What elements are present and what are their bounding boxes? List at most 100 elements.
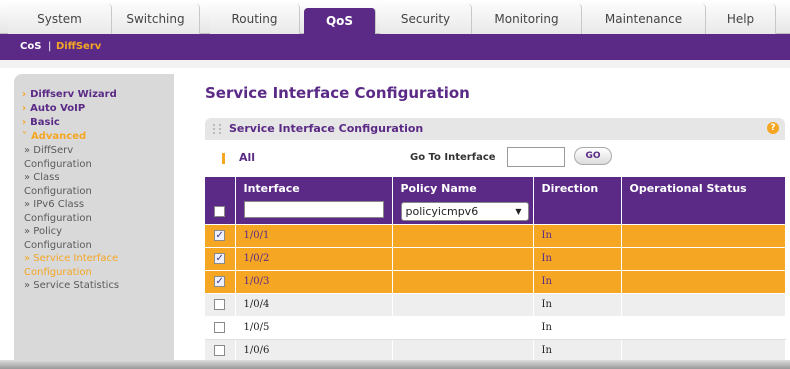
select-column-header bbox=[205, 177, 236, 199]
sidebar-item-policy-config[interactable]: » Policy Configuration bbox=[14, 225, 174, 252]
row-select-cell bbox=[205, 339, 236, 363]
table-row[interactable]: ✓ 1/0/2 In bbox=[205, 247, 786, 271]
panel-title: Service Interface Configuration bbox=[229, 122, 424, 135]
edit-row-direction bbox=[533, 199, 622, 225]
edit-row: policyicmpv6 ▼ bbox=[205, 199, 786, 225]
tab-switching[interactable]: Switching bbox=[112, 4, 200, 34]
policy-name-cell bbox=[392, 293, 534, 317]
interface-cell: 1/0/4 bbox=[235, 293, 393, 317]
sidebar-item-service-interface-config[interactable]: » Service Interface Configuration bbox=[14, 252, 174, 279]
sidebar-item-basic[interactable]: › Basic bbox=[14, 116, 174, 130]
sub-nav: CoS | DiffServ bbox=[0, 34, 790, 60]
operational-status-cell bbox=[621, 247, 786, 271]
tab-maintenance[interactable]: Maintenance bbox=[582, 4, 706, 34]
row-select-cell: ✓ bbox=[205, 224, 236, 248]
row-checkbox[interactable] bbox=[214, 299, 226, 310]
direction-cell: In bbox=[533, 247, 622, 271]
interface-cell: 1/0/5 bbox=[235, 316, 393, 340]
policy-name-cell bbox=[392, 224, 534, 248]
top-nav: System Switching Routing QoS Security Mo… bbox=[0, 0, 790, 36]
table-row[interactable]: ✓ 1/0/1 In bbox=[205, 224, 786, 248]
interface-cell: 1/0/3 bbox=[235, 270, 393, 294]
tab-monitoring[interactable]: Monitoring bbox=[472, 4, 582, 34]
go-button[interactable]: GO bbox=[574, 147, 612, 165]
row-checkbox[interactable]: ✓ bbox=[214, 276, 226, 287]
direction-cell: In bbox=[533, 339, 622, 363]
edit-row-status bbox=[621, 199, 786, 225]
row-checkbox[interactable]: ✓ bbox=[214, 253, 226, 264]
direction-cell: In bbox=[533, 270, 622, 294]
row-checkbox[interactable] bbox=[214, 345, 226, 356]
column-header-direction[interactable]: Direction bbox=[533, 177, 622, 199]
subnav-cos[interactable]: CoS bbox=[20, 34, 41, 60]
row-checkbox[interactable] bbox=[214, 322, 226, 333]
tab-routing[interactable]: Routing bbox=[210, 4, 300, 34]
tab-help[interactable]: Help bbox=[706, 4, 776, 34]
bottom-edge bbox=[0, 360, 790, 369]
goto-interface-input[interactable] bbox=[507, 147, 565, 167]
policy-name-cell bbox=[392, 339, 534, 363]
dropdown-arrow-icon: ▼ bbox=[515, 206, 522, 216]
direction-cell: In bbox=[533, 224, 622, 248]
policy-name-cell bbox=[392, 316, 534, 340]
row-checkbox[interactable]: ✓ bbox=[214, 230, 226, 241]
chevron-down-icon: ˅ bbox=[22, 131, 27, 142]
column-header-operational-status[interactable]: Operational Status bbox=[621, 177, 786, 199]
sidebar-item-service-statistics[interactable]: » Service Statistics bbox=[14, 279, 174, 293]
operational-status-cell bbox=[621, 339, 786, 363]
arrow-icon: › bbox=[22, 103, 27, 114]
interface-cell: 1/0/6 bbox=[235, 339, 393, 363]
row-select-cell: ✓ bbox=[205, 270, 236, 294]
operational-status-cell bbox=[621, 224, 786, 248]
subnav-diffserv[interactable]: DiffServ bbox=[56, 34, 101, 60]
sidebar-item-class-config[interactable]: » Class Configuration bbox=[14, 171, 174, 198]
sidebar: › Diffserv Wizard › Auto VoIP › Basic ˅ Adva… bbox=[14, 74, 174, 364]
table-row[interactable]: 1/0/4 In bbox=[205, 293, 786, 317]
direction-cell: In bbox=[533, 293, 622, 317]
table-header-row: Interface Policy Name Direction Operatio… bbox=[205, 177, 786, 199]
edit-row-policy: policyicmpv6 ▼ bbox=[392, 199, 534, 225]
divider-strip bbox=[0, 60, 790, 68]
operational-status-cell bbox=[621, 293, 786, 317]
page-title: Service Interface Configuration bbox=[205, 84, 470, 102]
policy-name-select[interactable]: policyicmpv6 ▼ bbox=[400, 201, 529, 221]
tab-security[interactable]: Security bbox=[380, 4, 472, 34]
table-row[interactable]: 1/0/6 In bbox=[205, 339, 786, 363]
select-all-checkbox[interactable] bbox=[214, 205, 226, 217]
direction-cell: In bbox=[533, 316, 622, 340]
tab-system[interactable]: System bbox=[8, 4, 112, 34]
sidebar-item-auto-voip[interactable]: › Auto VoIP bbox=[14, 102, 174, 116]
grip-icon bbox=[213, 124, 221, 134]
subnav-separator: | bbox=[48, 41, 52, 52]
interface-cell: 1/0/2 bbox=[235, 247, 393, 271]
row-select-cell bbox=[205, 293, 236, 317]
goto-interface-label: Go To Interface bbox=[410, 152, 496, 163]
operational-status-cell bbox=[621, 270, 786, 294]
service-interface-table: Interface Policy Name Direction Operatio… bbox=[205, 177, 786, 363]
filter-row: All Go To Interface GO bbox=[205, 140, 785, 176]
panel-header: Service Interface Configuration ? bbox=[205, 118, 785, 140]
table-row[interactable]: ✓ 1/0/3 In bbox=[205, 270, 786, 294]
edit-row-interface bbox=[235, 199, 393, 225]
column-header-policy-name[interactable]: Policy Name bbox=[392, 177, 534, 199]
policy-name-cell bbox=[392, 270, 534, 294]
table-row[interactable]: 1/0/5 In bbox=[205, 316, 786, 340]
all-link[interactable]: All bbox=[239, 151, 255, 164]
column-header-interface[interactable]: Interface bbox=[235, 177, 393, 199]
sidebar-item-diffserv-config[interactable]: » DiffServ Configuration bbox=[14, 144, 174, 171]
interface-edit-input[interactable] bbox=[243, 201, 384, 219]
arrow-icon: › bbox=[22, 89, 27, 100]
row-select-cell bbox=[205, 316, 236, 340]
arrow-icon: › bbox=[22, 117, 27, 128]
sidebar-item-advanced[interactable]: ˅ Advanced bbox=[14, 130, 174, 144]
interface-cell: 1/0/1 bbox=[235, 224, 393, 248]
help-icon[interactable]: ? bbox=[767, 122, 779, 134]
all-marker-icon bbox=[222, 153, 225, 164]
edit-row-select bbox=[205, 199, 236, 225]
sidebar-item-diffserv-wizard[interactable]: › Diffserv Wizard bbox=[14, 88, 174, 102]
sidebar-item-ipv6-class-config[interactable]: » IPv6 Class Configuration bbox=[14, 198, 174, 225]
operational-status-cell bbox=[621, 316, 786, 340]
tab-qos[interactable]: QoS bbox=[304, 8, 376, 36]
policy-name-cell bbox=[392, 247, 534, 271]
row-select-cell: ✓ bbox=[205, 247, 236, 271]
